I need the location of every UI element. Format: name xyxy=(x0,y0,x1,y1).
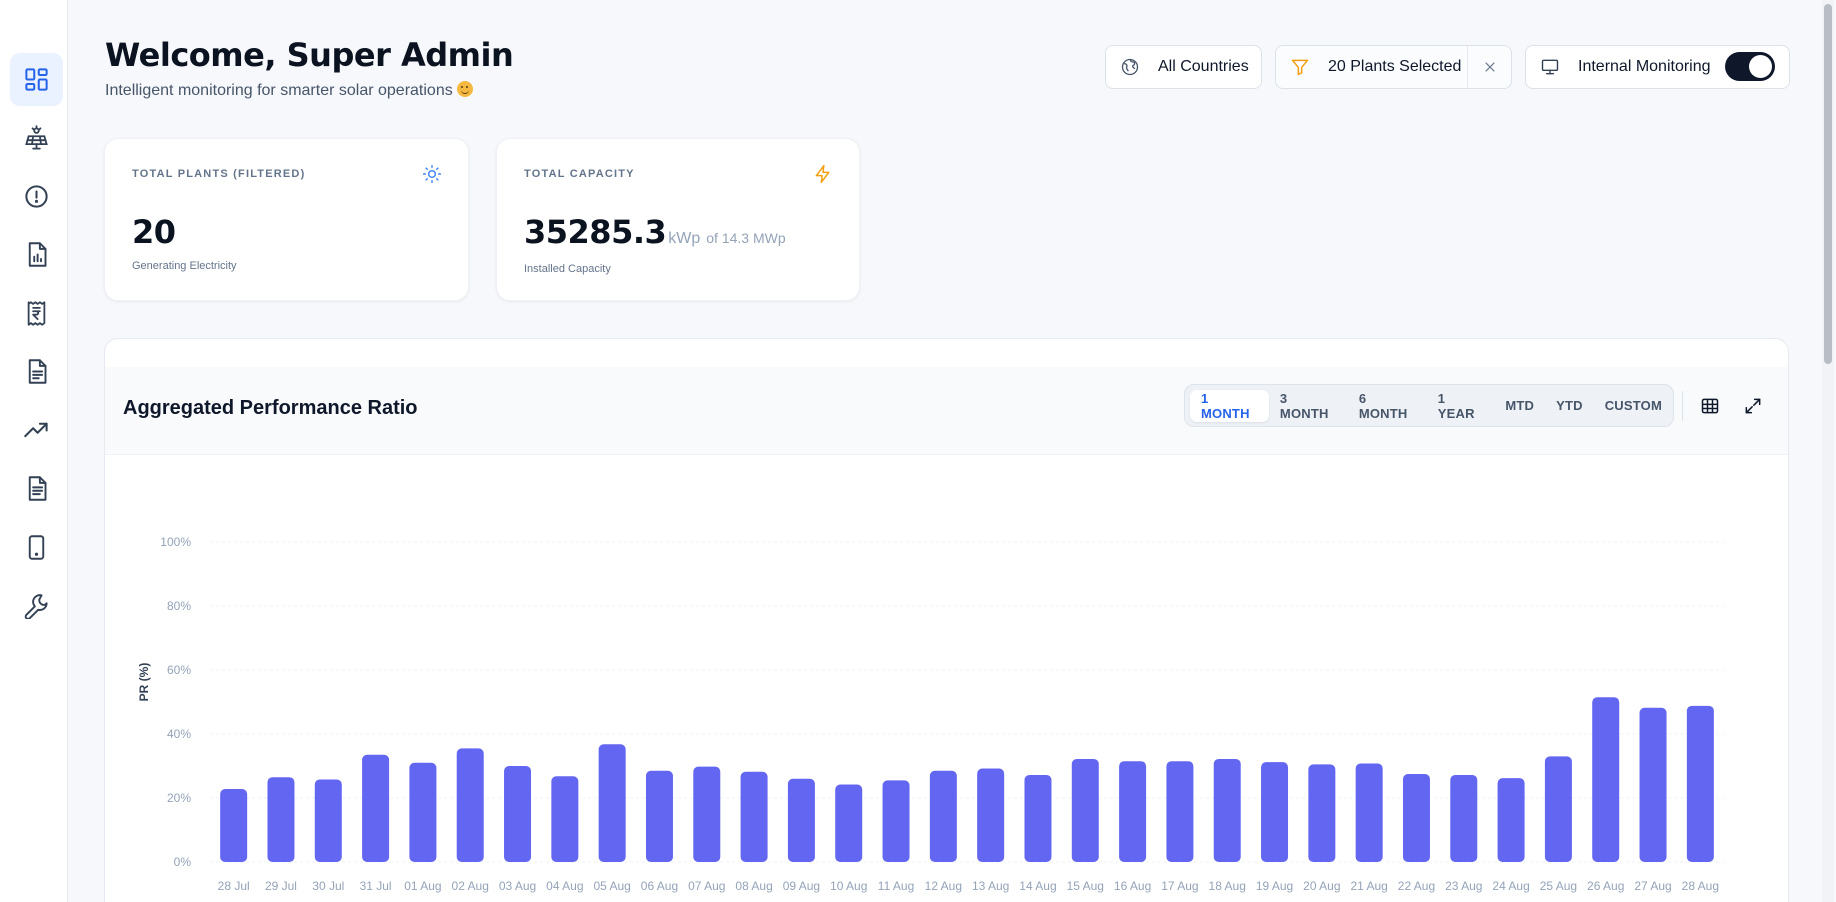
y-axis-label: PR (%) xyxy=(137,663,151,702)
x-tick-label: 07 Aug xyxy=(688,879,725,893)
bar xyxy=(267,777,295,862)
scrollbar-thumb[interactable] xyxy=(1824,4,1832,364)
bar xyxy=(1213,758,1241,862)
bar xyxy=(787,778,815,862)
bar xyxy=(1261,762,1289,862)
bar xyxy=(504,766,532,862)
x-tick-label: 31 Jul xyxy=(360,879,392,893)
bar xyxy=(693,766,721,862)
y-tick-label: 40% xyxy=(167,727,191,741)
x-tick-label: 11 Aug xyxy=(878,879,914,893)
y-tick-label: 100% xyxy=(160,535,191,549)
bar xyxy=(551,776,579,862)
bar xyxy=(1497,778,1525,862)
bar xyxy=(1639,707,1667,862)
x-tick-label: 24 Aug xyxy=(1492,879,1529,893)
x-tick-label: 29 Jul xyxy=(265,879,297,893)
bar xyxy=(929,770,957,862)
x-tick-label: 03 Aug xyxy=(499,879,536,893)
bar xyxy=(456,748,484,862)
x-tick-label: 20 Aug xyxy=(1303,879,1340,893)
bar xyxy=(740,771,768,862)
bar xyxy=(882,780,910,862)
bar xyxy=(1024,774,1052,862)
bar xyxy=(409,762,437,862)
bar xyxy=(598,744,626,862)
y-tick-label: 60% xyxy=(167,663,191,677)
bar xyxy=(1308,764,1336,862)
page-scrollbar[interactable] xyxy=(1822,0,1834,902)
bar xyxy=(835,784,863,862)
bar xyxy=(645,770,673,862)
x-tick-label: 25 Aug xyxy=(1540,879,1577,893)
x-tick-label: 16 Aug xyxy=(1114,879,1151,893)
bar xyxy=(1119,761,1147,862)
bar xyxy=(1071,758,1099,862)
x-tick-label: 21 Aug xyxy=(1350,879,1387,893)
performance-ratio-chart: 0% 20% 40% 60% 80% 100% PR (%) 28 Jul 29 Jul 30 J… xyxy=(137,535,1724,893)
x-tick-label: 13 Aug xyxy=(972,879,1009,893)
bar xyxy=(977,768,1005,862)
x-tick-label: 28 Jul xyxy=(218,879,250,893)
x-tick-label: 30 Jul xyxy=(312,879,344,893)
x-tick-label: 27 Aug xyxy=(1634,879,1671,893)
bar xyxy=(220,789,248,862)
y-tick-label: 80% xyxy=(167,599,191,613)
bar xyxy=(362,754,390,862)
x-tick-label: 12 Aug xyxy=(925,879,962,893)
x-tick-label: 23 Aug xyxy=(1445,879,1482,893)
bar xyxy=(1402,774,1430,862)
x-tick-label: 05 Aug xyxy=(593,879,630,893)
bar xyxy=(1450,774,1478,862)
x-tick-label: 10 Aug xyxy=(830,879,867,893)
x-tick-label: 09 Aug xyxy=(783,879,820,893)
x-tick-label: 26 Aug xyxy=(1587,879,1624,893)
x-tick-label: 18 Aug xyxy=(1209,879,1246,893)
bar xyxy=(1544,756,1572,862)
bar xyxy=(314,779,342,862)
x-tick-label: 22 Aug xyxy=(1398,879,1435,893)
bar xyxy=(1592,697,1620,862)
x-tick-label: 02 Aug xyxy=(452,879,489,893)
x-tick-label: 15 Aug xyxy=(1067,879,1104,893)
y-tick-label: 20% xyxy=(167,791,191,805)
bar xyxy=(1355,763,1383,862)
x-tick-label: 08 Aug xyxy=(735,879,772,893)
x-tick-label: 01 Aug xyxy=(404,879,441,893)
x-tick-label: 14 Aug xyxy=(1019,879,1056,893)
y-tick-label: 0% xyxy=(174,855,192,869)
x-tick-label: 06 Aug xyxy=(641,879,678,893)
x-tick-label: 17 Aug xyxy=(1161,879,1198,893)
x-tick-label: 28 Aug xyxy=(1682,879,1719,893)
x-tick-label: 04 Aug xyxy=(546,879,583,893)
x-tick-label: 19 Aug xyxy=(1256,879,1293,893)
bar xyxy=(1686,705,1714,862)
bar xyxy=(1166,761,1194,862)
